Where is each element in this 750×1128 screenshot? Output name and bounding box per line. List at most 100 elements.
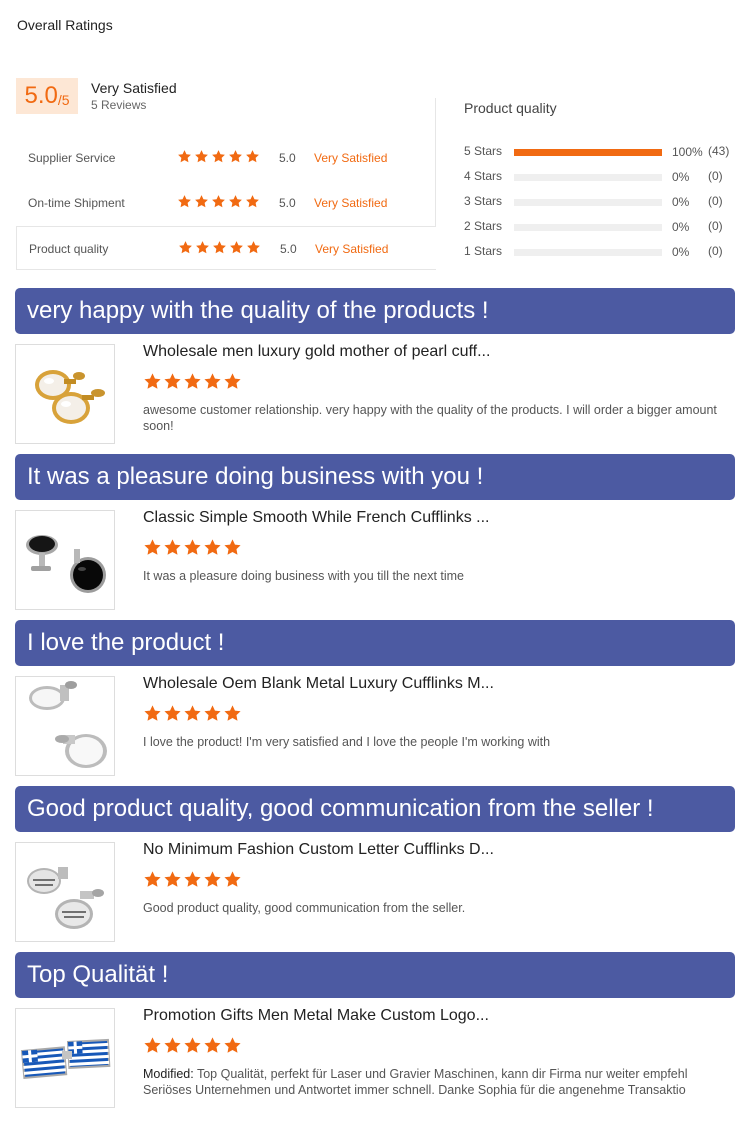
overall-ratings-title: Overall Ratings: [17, 17, 113, 33]
distribution-bar: [514, 149, 662, 156]
distribution-label: 3 Stars: [464, 194, 503, 208]
review-headline-banner: very happy with the quality of the produ…: [15, 288, 735, 334]
review-card: very happy with the quality of the produ…: [15, 288, 735, 444]
star-icon: [229, 240, 244, 255]
overall-review-count: 5 Reviews: [91, 98, 147, 112]
review-headline-banner: I love the product !: [15, 620, 735, 666]
star-icon: [228, 149, 243, 164]
metric-satisfaction: Very Satisfied: [315, 242, 389, 256]
metric-satisfaction: Very Satisfied: [314, 151, 388, 165]
distribution-row-4-stars: 4 Stars 0% (0): [464, 168, 744, 186]
product-thumbnail-greek-flag-cufflinks[interactable]: [15, 1008, 115, 1108]
distribution-row-3-stars: 3 Stars 0% (0): [464, 193, 744, 211]
product-title-link[interactable]: Wholesale men luxury gold mother of pear…: [143, 343, 490, 361]
metric-satisfaction: Very Satisfied: [314, 196, 388, 210]
star-icon: [223, 372, 242, 391]
product-title-link[interactable]: No Minimum Fashion Custom Letter Cufflin…: [143, 841, 494, 859]
star-icon: [163, 870, 182, 889]
star-icon: [228, 194, 243, 209]
distribution-percent: 0%: [672, 195, 690, 209]
distribution-title: Product quality: [464, 100, 557, 116]
product-title-link[interactable]: Classic Simple Smooth While French Cuffl…: [143, 509, 489, 527]
distribution-label: 5 Stars: [464, 144, 503, 158]
star-icon: [183, 538, 202, 557]
star-icon: [223, 538, 242, 557]
rating-metrics-table: Supplier Service 5.0 Very Satisfied On-t…: [16, 135, 436, 271]
greek-flag-cufflinks-image: [16, 1009, 114, 1107]
distribution-count: (0): [708, 219, 723, 233]
review-text: Modified: Top Qualität, perfekt für Lase…: [143, 1066, 735, 1098]
star-icon: [194, 149, 209, 164]
review-stars: [143, 1036, 242, 1055]
distribution-bar: [514, 174, 662, 181]
distribution-bar: [514, 224, 662, 231]
review-text-line2: Seriöses Unternehmen und Antwortet immer…: [143, 1083, 686, 1097]
star-icon: [203, 372, 222, 391]
gold-pearl-cufflinks-image: [16, 345, 114, 443]
product-thumbnail-gold-pearl-cufflinks[interactable]: [15, 344, 115, 444]
metric-row-supplier-service[interactable]: Supplier Service 5.0 Very Satisfied: [16, 135, 436, 180]
star-icon: [143, 538, 162, 557]
section-divider: [435, 98, 436, 227]
metric-name: Supplier Service: [28, 151, 116, 165]
metric-row-on-time-shipment[interactable]: On-time Shipment 5.0 Very Satisfied: [16, 180, 436, 225]
star-icon: [143, 870, 162, 889]
distribution-bar: [514, 199, 662, 206]
star-icon: [245, 149, 260, 164]
star-icon: [223, 704, 242, 723]
review-headline-banner: It was a pleasure doing business with yo…: [15, 454, 735, 500]
product-thumbnail-silver-pearl-cufflinks[interactable]: [15, 676, 115, 776]
star-icon: [177, 194, 192, 209]
metric-name: Product quality: [29, 242, 109, 256]
product-title-link[interactable]: Wholesale Oem Blank Metal Luxury Cufflin…: [143, 675, 494, 693]
metric-row-product-quality[interactable]: Product quality 5.0 Very Satisfied: [16, 226, 436, 270]
distribution-label: 4 Stars: [464, 169, 503, 183]
review-card: Good product quality, good communication…: [15, 786, 735, 942]
star-icon: [212, 240, 227, 255]
metric-score: 5.0: [280, 242, 297, 256]
distribution-bar: [514, 249, 662, 256]
distribution-count: (0): [708, 244, 723, 258]
review-headline-banner: Top Qualität !: [15, 952, 735, 998]
product-thumbnail-black-round-cufflinks[interactable]: [15, 510, 115, 610]
star-icon: [203, 538, 222, 557]
star-icon: [163, 1036, 182, 1055]
star-icon: [194, 194, 209, 209]
star-icon: [211, 149, 226, 164]
star-icon: [183, 1036, 202, 1055]
review-text: awesome customer relationship. very happ…: [143, 403, 717, 433]
distribution-bar-fill: [514, 149, 662, 156]
star-icon: [203, 870, 222, 889]
star-icon: [163, 538, 182, 557]
modified-label: Modified:: [143, 1067, 194, 1081]
review-headline-banner: Good product quality, good communication…: [15, 786, 735, 832]
review-stars: [143, 372, 242, 391]
distribution-row-1-stars: 1 Stars 0% (0): [464, 243, 744, 261]
star-icon: [177, 149, 192, 164]
star-icon: [195, 240, 210, 255]
star-icon: [163, 372, 182, 391]
star-icon: [211, 194, 226, 209]
star-icon: [183, 870, 202, 889]
product-thumbnail-letter-cufflinks[interactable]: [15, 842, 115, 942]
metric-name: On-time Shipment: [28, 196, 125, 210]
metric-stars: [178, 240, 261, 255]
star-icon: [223, 1036, 242, 1055]
metric-stars: [177, 149, 260, 164]
star-icon: [246, 240, 261, 255]
review-card: It was a pleasure doing business with yo…: [15, 454, 735, 610]
silver-pearl-cufflinks-image: [16, 677, 114, 775]
product-title-link[interactable]: Promotion Gifts Men Metal Make Custom Lo…: [143, 1007, 489, 1025]
overall-satisfaction-label: Very Satisfied: [91, 80, 177, 96]
black-round-cufflinks-image: [16, 511, 114, 609]
overall-score-max: /5: [57, 91, 70, 108]
distribution-percent: 0%: [672, 245, 690, 259]
star-icon: [203, 704, 222, 723]
distribution-row-2-stars: 2 Stars 0% (0): [464, 218, 744, 236]
star-icon: [223, 870, 242, 889]
star-icon: [203, 1036, 222, 1055]
metric-score: 5.0: [279, 151, 296, 165]
star-icon: [178, 240, 193, 255]
distribution-count: (43): [708, 144, 730, 158]
star-icon: [183, 704, 202, 723]
